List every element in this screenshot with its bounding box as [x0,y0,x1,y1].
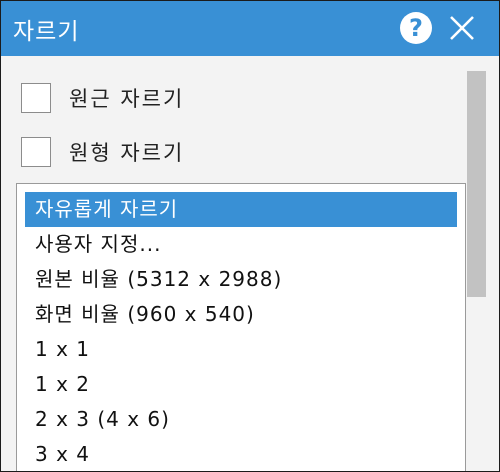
circle-crop-label[interactable]: 원형 자르기 [69,137,184,167]
help-icon[interactable]: ? [400,12,432,44]
perspective-crop-checkbox[interactable] [21,83,51,113]
circle-crop-option[interactable]: 원형 자르기 [21,135,184,169]
close-icon[interactable] [448,14,476,42]
list-item[interactable]: 3 x 4 [25,437,457,471]
panel-content: 원근 자르기 원형 자르기 자유롭게 자르기 사용자 지정... 원본 비율 (… [1,57,499,471]
crop-ratio-list[interactable]: 자유롭게 자르기 사용자 지정... 원본 비율 (5312 x 2988) 화… [16,183,466,471]
crop-panel: 자르기 ? 원근 자르기 원형 자르기 자유롭게 자르기 사용자 지정... 원… [0,0,500,472]
perspective-crop-label[interactable]: 원근 자르기 [69,83,184,113]
title-bar: 자르기 ? [1,1,499,56]
list-item[interactable]: 1 x 2 [25,367,457,402]
list-item[interactable]: 자유롭게 자르기 [25,192,457,227]
list-item[interactable]: 화면 비율 (960 x 540) [25,297,457,332]
scrollbar-thumb[interactable] [467,71,486,297]
list-item[interactable]: 사용자 지정... [25,227,457,262]
circle-crop-checkbox[interactable] [21,137,51,167]
panel-title: 자르기 [13,19,80,45]
list-item[interactable]: 원본 비율 (5312 x 2988) [25,262,457,297]
list-item[interactable]: 1 x 1 [25,332,457,367]
list-item[interactable]: 2 x 3 (4 x 6) [25,402,457,437]
scrollbar[interactable] [467,71,486,471]
perspective-crop-option[interactable]: 원근 자르기 [21,81,184,115]
